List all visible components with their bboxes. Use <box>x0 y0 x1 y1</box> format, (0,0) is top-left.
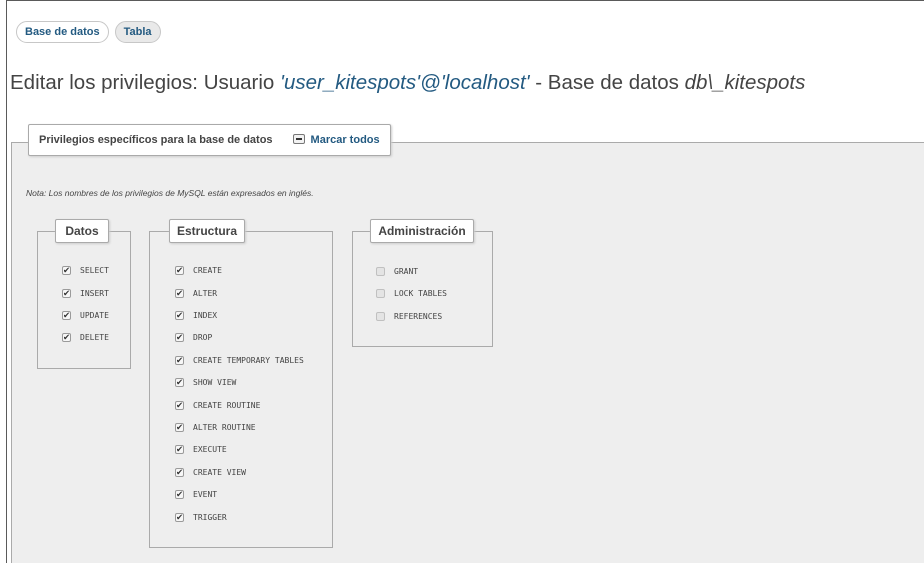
fieldset-legend: Privilegios específicos para la base de … <box>28 124 391 156</box>
checkbox-drop[interactable] <box>175 331 184 345</box>
checkbox-lock-tables[interactable] <box>376 289 385 298</box>
checkbox-alter-routine[interactable] <box>175 421 184 435</box>
title-middle: - Base de datos <box>529 71 685 94</box>
title-user-link[interactable]: 'user_kitespots'@'localhost' <box>280 71 530 94</box>
tab-tabla[interactable]: Tabla <box>114 21 161 43</box>
check-all-label[interactable]: Marcar todos <box>311 134 380 146</box>
title-database: db\_kitespots <box>684 71 806 94</box>
group-datos-legend: Datos <box>55 219 109 243</box>
group-administracion-legend: Administración <box>370 219 474 243</box>
privileges-note: Nota: Los nombres de los privilegios de … <box>26 188 314 198</box>
checkbox-grant[interactable] <box>376 267 385 276</box>
tab-bar: Base de datos Tabla <box>16 21 161 43</box>
checkbox-execute[interactable] <box>175 443 184 457</box>
checkbox-select[interactable] <box>62 264 71 278</box>
checkbox-create-view[interactable] <box>175 466 184 480</box>
checkbox-show-view[interactable] <box>175 376 184 390</box>
page-title: Editar los privilegios: Usuario 'user_ki… <box>10 71 805 95</box>
checkbox-delete[interactable] <box>62 331 71 345</box>
tab-base-de-datos[interactable]: Base de datos <box>16 21 109 43</box>
checkbox-index[interactable] <box>175 309 184 323</box>
title-prefix: Editar los privilegios: Usuario <box>10 71 281 94</box>
checkbox-trigger[interactable] <box>175 511 184 525</box>
checkbox-create-temporary-tables[interactable] <box>175 354 184 368</box>
fieldset-legend-text: Privilegios específicos para la base de … <box>39 134 273 146</box>
checkbox-create-routine[interactable] <box>175 399 184 413</box>
checkbox-insert[interactable] <box>62 287 71 301</box>
checkbox-alter[interactable] <box>175 287 184 301</box>
checkbox-event[interactable] <box>175 488 184 502</box>
group-estructura-legend: Estructura <box>169 219 245 243</box>
privileges-fieldset <box>11 142 924 563</box>
checkbox-update[interactable] <box>62 309 71 323</box>
checkbox-create[interactable] <box>175 264 184 278</box>
checkbox-references[interactable] <box>376 312 385 321</box>
check-all-checkbox[interactable] <box>292 134 305 144</box>
